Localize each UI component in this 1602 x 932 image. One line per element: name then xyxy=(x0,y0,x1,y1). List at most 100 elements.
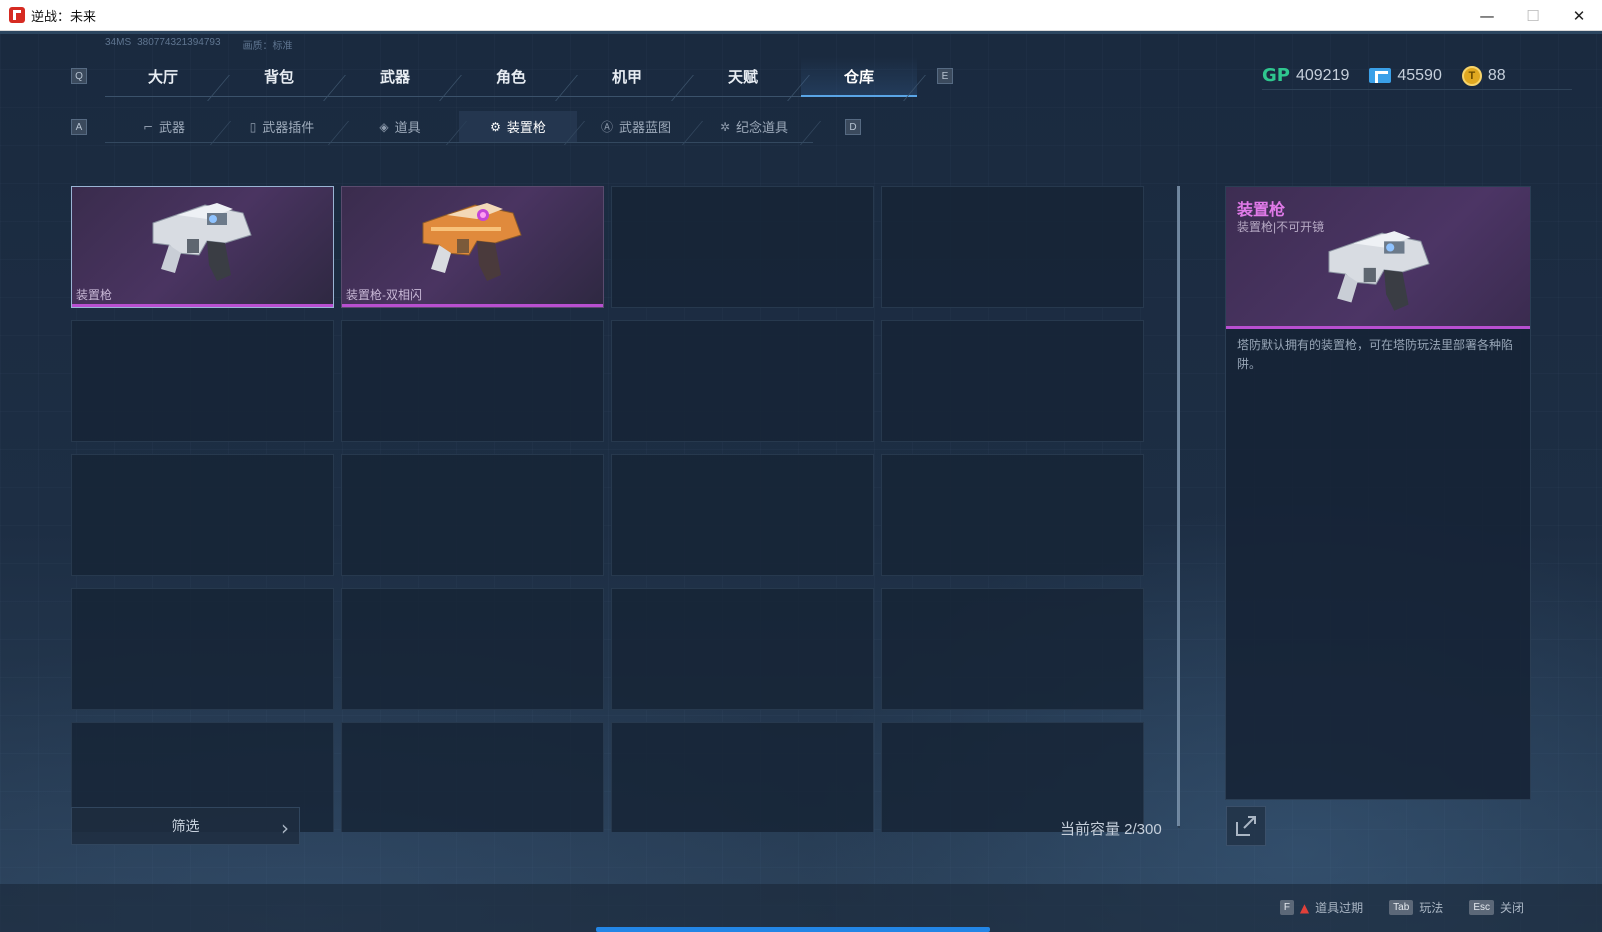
tab-mech[interactable]: 机甲 xyxy=(569,57,685,97)
inventory-slot-empty[interactable] xyxy=(881,722,1144,832)
inventory-slot-empty[interactable] xyxy=(341,320,604,442)
gp-currency: GP 409219 xyxy=(1262,65,1349,86)
inventory-slot-empty[interactable] xyxy=(611,320,874,442)
medal-icon: ✲ xyxy=(719,119,731,134)
filter-label: 筛选 xyxy=(171,818,200,834)
inventory-slot-empty[interactable] xyxy=(881,454,1144,576)
inventory-scrollbar[interactable] xyxy=(1177,186,1180,826)
hint-expired-items[interactable]: F ▲ 道具过期 xyxy=(1279,899,1364,916)
device-gun-preview-image xyxy=(1328,231,1430,311)
subtab-label: 道具 xyxy=(394,120,421,135)
inventory-slot-empty[interactable] xyxy=(611,186,874,308)
subtab-label: 装置枪 xyxy=(506,120,546,135)
subtab-label: 武器蓝图 xyxy=(619,120,672,135)
inventory-slot-device-gun[interactable]: 装置枪 xyxy=(71,186,334,308)
maximize-button[interactable]: ☐ xyxy=(1510,0,1556,31)
plugin-icon: ▯ xyxy=(249,119,257,134)
capacity-text: 当前容量 2/300 xyxy=(1060,821,1162,838)
loading-indicator xyxy=(596,927,990,932)
ticket-amount: 45590 xyxy=(1397,66,1442,84)
hint-gameplay[interactable]: Tab 玩法 xyxy=(1389,899,1443,916)
tab-lobby[interactable]: 大厅 xyxy=(105,57,221,97)
key-hint-d[interactable]: D xyxy=(845,119,861,135)
inventory-slot-empty[interactable] xyxy=(341,722,604,832)
inventory-slot-empty[interactable] xyxy=(611,454,874,576)
game-viewport: 34MS 380774321394793 画质：标准 Q 大厅 背包 武器 角色… xyxy=(0,31,1602,932)
external-link-icon xyxy=(1236,816,1256,836)
window-titlebar: 逆战：未来 — ☐ ✕ xyxy=(0,0,1602,31)
window-title: 逆战：未来 xyxy=(31,9,97,25)
inventory-slot-empty[interactable] xyxy=(881,588,1144,710)
top-divider xyxy=(0,31,1602,34)
tab-characters[interactable]: 角色 xyxy=(453,57,569,97)
subtab-weapons[interactable]: ⌐ 武器 xyxy=(105,111,223,143)
hint-close[interactable]: Esc 关闭 xyxy=(1469,899,1524,916)
key-tab: Tab xyxy=(1389,900,1414,915)
blueprint-icon: Ⓐ xyxy=(600,120,613,134)
item-detail-header: 装置枪 装置枪|不可开镜 xyxy=(1226,187,1530,329)
key-hint-e[interactable]: E xyxy=(937,68,953,84)
tab-warehouse[interactable]: 仓库 xyxy=(801,57,917,97)
inventory-slot-empty[interactable] xyxy=(611,722,874,832)
inventory-slot-empty[interactable] xyxy=(881,320,1144,442)
device-gun-image xyxy=(152,203,252,281)
inventory-slot-empty[interactable] xyxy=(71,454,334,576)
minimize-button[interactable]: — xyxy=(1464,0,1510,31)
app-logo-icon xyxy=(9,7,25,23)
subtab-weapon-plugins[interactable]: ▯ 武器插件 xyxy=(223,111,341,143)
subtab-blueprints[interactable]: Ⓐ 武器蓝图 xyxy=(577,111,695,143)
inventory-slot-empty[interactable] xyxy=(611,588,874,710)
share-button[interactable] xyxy=(1226,806,1266,846)
item-name: 装置枪 xyxy=(76,288,113,302)
key-esc: Esc xyxy=(1469,900,1494,915)
bottom-hints: F ▲ 道具过期 Tab 玩法 Esc 关闭 xyxy=(1279,899,1524,916)
inventory-slot-empty[interactable] xyxy=(341,588,604,710)
key-hint-a[interactable]: A xyxy=(71,119,87,135)
inventory-slot-device-gun-twin-flash[interactable]: 装置枪-双相闪 xyxy=(341,186,604,308)
hint-label: 玩法 xyxy=(1419,901,1444,915)
item-icon: ◈ xyxy=(379,119,389,134)
sub-tab-bar: ⌐ 武器 ▯ 武器插件 ◈ 道具 ⚙ 装置枪 Ⓐ 武器蓝图 ✲ 纪念道具 xyxy=(105,111,813,143)
main-tab-bar: 大厅 背包 武器 角色 机甲 天赋 仓库 xyxy=(105,57,917,97)
coin-icon: T xyxy=(1461,65,1482,86)
warning-icon: ▲ xyxy=(1299,900,1310,915)
key-f: F xyxy=(1279,900,1294,915)
quality-text: 画质：标准 xyxy=(242,41,293,52)
subtab-label: 武器 xyxy=(159,120,186,135)
device-gun-icon: ⚙ xyxy=(490,119,501,134)
subtab-device-guns[interactable]: ⚙ 装置枪 xyxy=(459,111,577,143)
subtab-label: 武器插件 xyxy=(262,120,315,135)
coin-currency: T 88 xyxy=(1461,65,1506,86)
subtab-label: 纪念道具 xyxy=(736,120,789,135)
ticket-currency: 45590 xyxy=(1369,67,1442,85)
ping-text: 34MS xyxy=(105,37,132,48)
item-detail-subtitle: 装置枪|不可开镜 xyxy=(1237,220,1325,234)
coin-amount: 88 xyxy=(1487,66,1506,84)
tab-backpack[interactable]: 背包 xyxy=(221,57,337,97)
rarity-bar xyxy=(72,304,333,307)
inventory-slot-empty[interactable] xyxy=(71,320,334,442)
chevron-right-icon: › xyxy=(281,816,289,840)
inventory-slot-empty[interactable] xyxy=(341,454,604,576)
hint-label: 关闭 xyxy=(1499,901,1524,915)
user-id-text: 380774321394793 xyxy=(137,37,221,48)
hint-label: 道具过期 xyxy=(1315,901,1364,915)
subtab-souvenirs[interactable]: ✲ 纪念道具 xyxy=(695,111,813,143)
inventory-slot-empty[interactable] xyxy=(881,186,1144,308)
tab-weapons[interactable]: 武器 xyxy=(337,57,453,97)
gp-icon: GP xyxy=(1262,65,1290,86)
inventory-grid: 装置枪 装置枪-双相闪 xyxy=(71,186,1169,832)
item-name: 装置枪-双相闪 xyxy=(346,288,422,302)
subtab-items[interactable]: ◈ 道具 xyxy=(341,111,459,143)
gp-amount: 409219 xyxy=(1295,66,1350,84)
tab-talent[interactable]: 天赋 xyxy=(685,57,801,97)
currency-bar: GP 409219 45590 T 88 xyxy=(1262,65,1506,86)
close-window-button[interactable]: ✕ xyxy=(1556,0,1602,31)
filter-button[interactable]: 筛选 › xyxy=(71,807,300,845)
item-detail-description: 塔防默认拥有的装置枪，可在塔防玩法里部署各种陷阱。 xyxy=(1237,338,1514,371)
rarity-bar xyxy=(342,304,603,307)
key-hint-q[interactable]: Q xyxy=(71,68,87,84)
ticket-icon xyxy=(1369,68,1392,83)
item-detail-panel: 装置枪 装置枪|不可开镜 塔防默认拥有的装置枪，可在塔防玩法里部署各种陷阱。 xyxy=(1225,186,1531,800)
inventory-slot-empty[interactable] xyxy=(71,588,334,710)
